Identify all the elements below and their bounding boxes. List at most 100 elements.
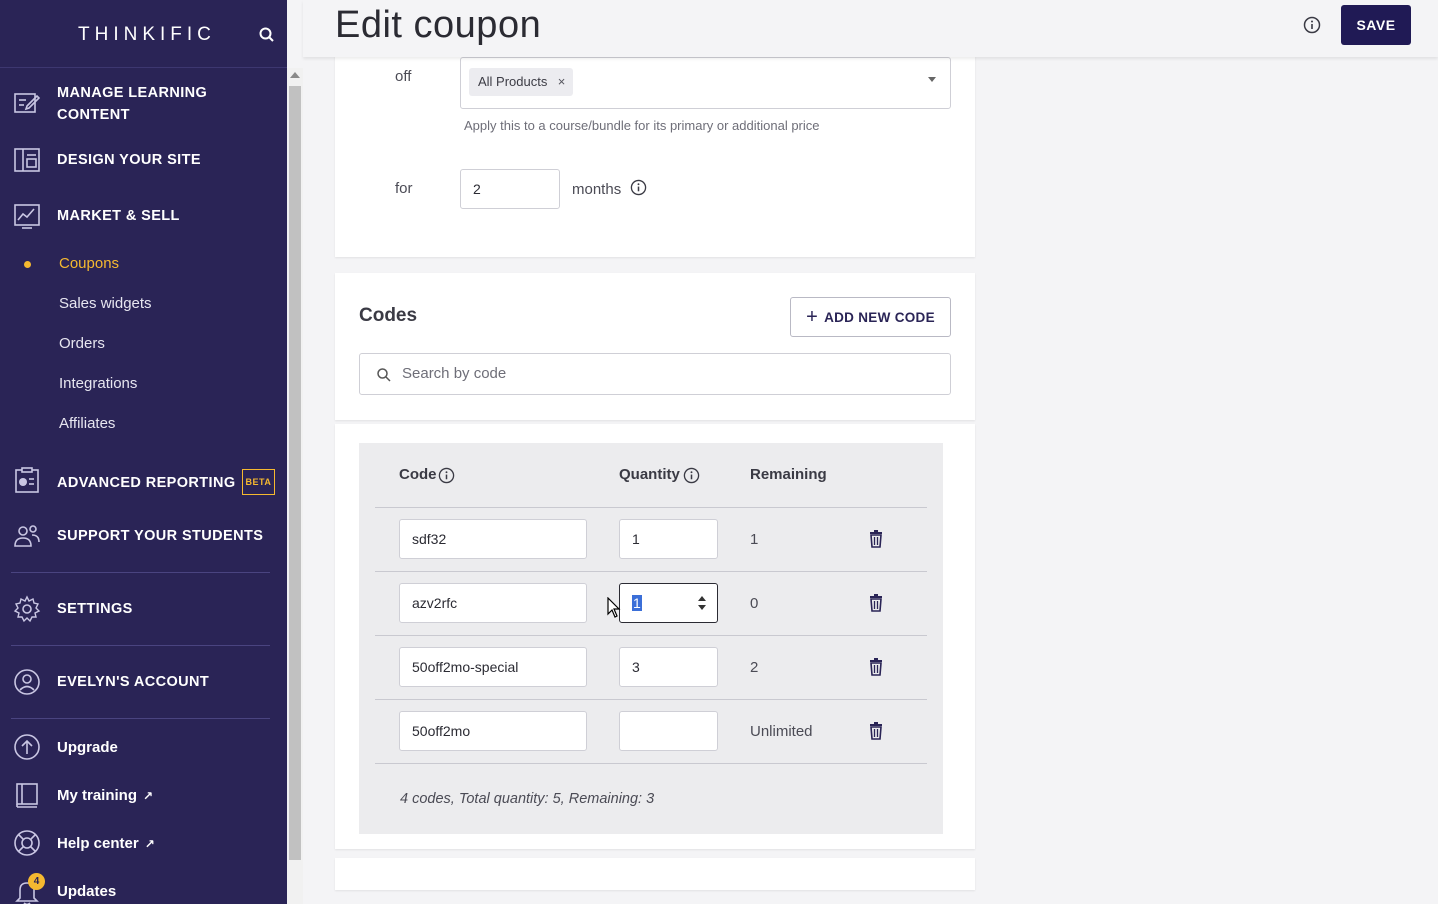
sidebar-item-orders[interactable]: Orders — [59, 335, 105, 352]
sidebar-scrollbar-thumb[interactable] — [289, 86, 301, 860]
info-icon[interactable] — [630, 179, 647, 196]
external-link-icon: ↗ — [144, 837, 155, 851]
mouse-cursor-icon — [607, 597, 621, 618]
quantity-input[interactable] — [619, 711, 718, 751]
plus-icon: + — [806, 306, 819, 328]
sidebar-item-sales-widgets[interactable]: Sales widgets — [59, 295, 152, 312]
row-divider — [375, 571, 927, 572]
active-indicator — [24, 261, 31, 268]
edit-content-icon — [14, 93, 41, 113]
code-input[interactable]: 50off2mo — [399, 711, 587, 751]
sidebar-divider — [11, 645, 270, 646]
updates-count-badge: 4 — [28, 873, 45, 890]
product-hint: Apply this to a course/bundle for its pr… — [464, 118, 820, 133]
trash-icon[interactable] — [868, 722, 884, 740]
info-icon[interactable] — [1303, 16, 1321, 34]
nav-label: EVELYN'S ACCOUNT — [57, 674, 210, 690]
nav-label: Updates — [57, 883, 117, 900]
nav-label: MARKET & SELL — [57, 208, 180, 224]
chip-remove-icon[interactable]: × — [558, 68, 566, 96]
code-input[interactable]: sdf32 — [399, 519, 587, 559]
sidebar-item-affiliates[interactable]: Affiliates — [59, 415, 115, 432]
page-title: Edit coupon — [335, 4, 542, 46]
nav-upgrade[interactable]: Upgrade — [0, 734, 287, 761]
codes-table — [359, 443, 943, 834]
code-input[interactable]: azv2rfc — [399, 583, 587, 623]
sidebar-divider — [11, 572, 270, 573]
nav-label: ADVANCED REPORTING BETA — [57, 469, 276, 495]
nav-label: Upgrade — [57, 739, 118, 756]
users-icon — [14, 525, 40, 547]
nav-label: DESIGN YOUR SITE — [57, 152, 201, 168]
quantity-input[interactable]: 1 — [619, 519, 718, 559]
quantity-input[interactable]: 3 — [619, 647, 718, 687]
row-divider — [375, 507, 927, 508]
search-icon — [377, 368, 391, 382]
nav-label: SETTINGS — [57, 601, 133, 617]
gear-icon — [13, 595, 41, 623]
trash-icon[interactable] — [868, 530, 884, 548]
code-search-input[interactable]: Search by code — [359, 353, 951, 395]
beta-badge: BETA — [241, 469, 276, 495]
sidebar: THINKIFIC MANAGE LEARNING CONTENT DESIGN… — [0, 0, 287, 904]
codes-summary: 4 codes, Total quantity: 5, Remaining: 3 — [400, 791, 655, 807]
sidebar-item-coupons[interactable]: Coupons — [59, 255, 119, 272]
nav-manage-learning-content[interactable]: MANAGE LEARNING CONTENT — [0, 82, 287, 128]
remaining-value: 0 — [750, 595, 759, 612]
chart-icon — [14, 204, 40, 229]
next-card — [335, 858, 975, 890]
quantity-input-focused[interactable]: 1 — [619, 583, 718, 623]
remaining-value: 2 — [750, 659, 759, 676]
scroll-up-arrow-icon[interactable] — [290, 72, 300, 78]
add-new-code-button[interactable]: + ADD NEW CODE — [790, 297, 951, 337]
book-icon — [16, 783, 38, 808]
column-header-quantity: Quantity — [619, 466, 680, 483]
product-chip: All Products × — [469, 68, 574, 96]
nav-account[interactable]: EVELYN'S ACCOUNT — [0, 669, 287, 695]
nav-settings[interactable]: SETTINGS — [0, 595, 287, 623]
remaining-value: 1 — [750, 531, 759, 548]
code-input[interactable]: 50off2mo-special — [399, 647, 587, 687]
row-divider — [375, 635, 927, 636]
column-header-remaining: Remaining — [750, 466, 827, 483]
search-placeholder: Search by code — [402, 365, 507, 382]
save-button[interactable]: SAVE — [1341, 5, 1411, 45]
upgrade-icon — [14, 734, 40, 760]
lifebuoy-icon — [14, 830, 40, 856]
nav-label: Help center ↗ — [57, 835, 155, 852]
page-header: Edit coupon SAVE — [303, 0, 1438, 57]
info-icon[interactable] — [438, 467, 455, 484]
product-select[interactable]: All Products × — [460, 57, 951, 109]
for-label: for — [395, 180, 413, 197]
layout-icon — [14, 148, 40, 172]
codes-title: Codes — [359, 305, 418, 326]
nav-label: MANAGE LEARNING CONTENT — [57, 85, 208, 123]
nav-support-your-students[interactable]: SUPPORT YOUR STUDENTS — [0, 524, 287, 548]
column-header-code: Code — [399, 466, 437, 483]
chevron-down-icon[interactable] — [928, 77, 936, 82]
search-icon[interactable] — [258, 26, 276, 44]
row-divider — [375, 699, 927, 700]
logo[interactable]: THINKIFIC — [78, 24, 216, 46]
trash-icon[interactable] — [868, 594, 884, 612]
info-icon[interactable] — [683, 467, 700, 484]
row-divider — [375, 763, 927, 764]
nav-advanced-reporting[interactable]: ADVANCED REPORTING BETA — [0, 467, 287, 495]
sidebar-item-integrations[interactable]: Integrations — [59, 375, 137, 392]
nav-my-training[interactable]: My training ↗ — [0, 783, 287, 809]
nav-market-and-sell[interactable]: MARKET & SELL — [0, 204, 287, 229]
nav-design-your-site[interactable]: DESIGN YOUR SITE — [0, 148, 287, 172]
sidebar-header: THINKIFIC — [0, 0, 287, 68]
off-label: off — [395, 68, 412, 85]
duration-unit: months — [572, 181, 622, 198]
account-icon — [14, 669, 40, 695]
duration-input[interactable]: 2 — [460, 169, 560, 209]
sidebar-divider — [11, 718, 270, 719]
report-icon — [15, 467, 39, 493]
external-link-icon: ↗ — [143, 789, 154, 803]
nav-label: SUPPORT YOUR STUDENTS — [57, 528, 264, 544]
nav-help-center[interactable]: Help center ↗ — [0, 830, 287, 857]
number-stepper-icon[interactable] — [697, 594, 707, 612]
trash-icon[interactable] — [868, 658, 884, 676]
nav-label: My training ↗ — [57, 787, 154, 804]
